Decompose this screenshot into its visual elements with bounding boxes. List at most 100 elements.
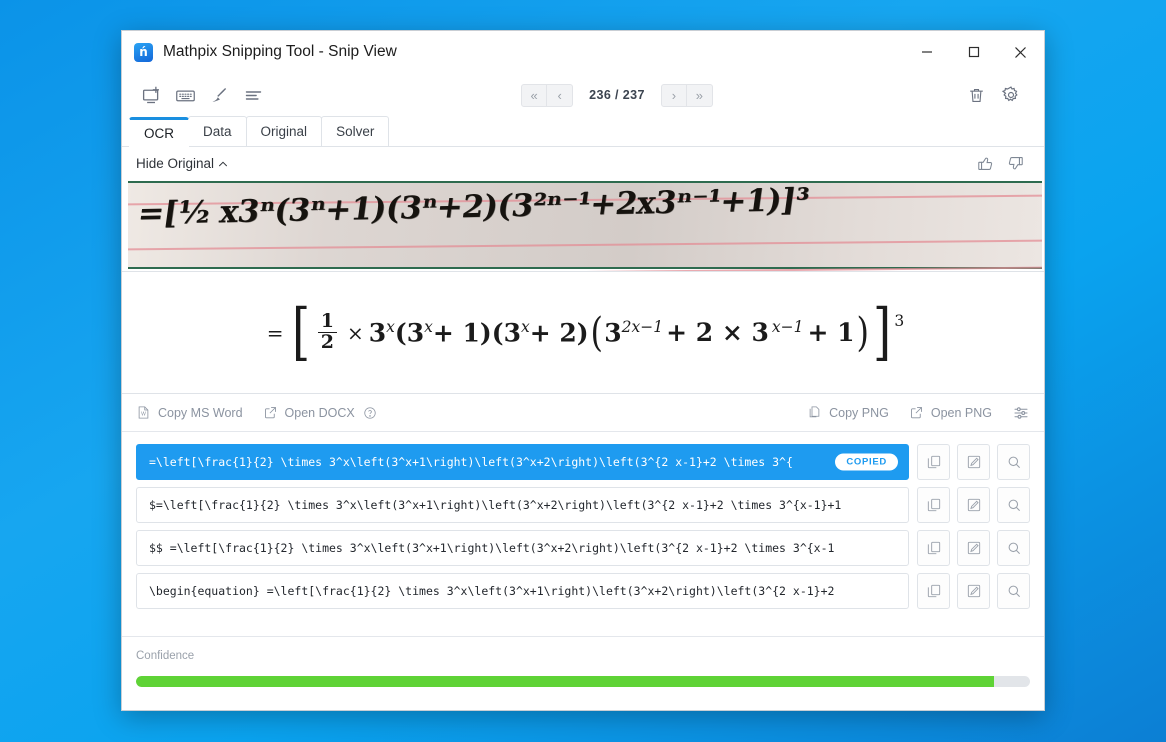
math-right-paren-big: ) <box>856 309 869 356</box>
export-row-right: Copy PNG Open PNG <box>787 404 1030 422</box>
copy-ms-word-label: Copy MS Word <box>158 405 243 420</box>
pen-icon[interactable] <box>204 81 234 109</box>
rendered-math-pane: = [ 1 2 × 3x (3x+ 1) (3x+ 2) ( 32x−1 + 2 … <box>122 272 1044 394</box>
zoom-icon[interactable] <box>997 573 1030 609</box>
copied-badge: COPIED <box>835 453 898 471</box>
math-left-bracket: [ <box>291 295 310 369</box>
chevron-up-icon <box>216 157 230 171</box>
lines-icon[interactable] <box>238 81 268 109</box>
window-title: Mathpix Snipping Tool - Snip View <box>163 43 397 60</box>
new-snip-icon[interactable] <box>136 81 166 109</box>
latex-row[interactable]: $$ =\left[\frac{1}{2} \times 3^x\left(3^… <box>136 530 1030 566</box>
latex-text[interactable]: $$ =\left[\frac{1}{2} \times 3^x\left(3^… <box>136 530 909 566</box>
math-group3: 32x−1 + 2 × 3 x−1 + 1 <box>604 318 854 347</box>
thumbs-down-icon[interactable] <box>1000 152 1030 176</box>
zoom-icon[interactable] <box>997 444 1030 480</box>
copy-page-icon <box>807 405 822 420</box>
latex-row[interactable]: \begin{equation} =\left[\frac{1}{2} \tim… <box>136 573 1030 609</box>
latex-text[interactable]: $=\left[\frac{1}{2} \times 3^x\left(3^x+… <box>136 487 909 523</box>
close-button[interactable] <box>997 31 1044 73</box>
math-left-paren-big: ( <box>590 309 603 356</box>
confidence-fill <box>136 676 995 687</box>
edit-icon[interactable] <box>957 444 990 480</box>
group1-exponent: x <box>424 317 433 336</box>
confidence-track <box>136 676 1030 687</box>
zoom-icon[interactable] <box>997 487 1030 523</box>
pagination: « ‹ 236 / 237 › » <box>521 83 713 107</box>
thumbs-up-icon[interactable] <box>970 152 1000 176</box>
sliders-icon[interactable] <box>1012 404 1030 422</box>
group1-tail: + 1) <box>432 318 492 348</box>
group3-tail: + 1 <box>807 318 855 348</box>
row-actions <box>917 444 1030 480</box>
last-page-button[interactable]: » <box>686 83 713 107</box>
copy-icon[interactable] <box>917 573 950 609</box>
first-page-button[interactable]: « <box>521 83 548 107</box>
latex-string: =\left[\frac{1}{2} \times 3^x\left(3^x+1… <box>149 455 793 469</box>
maximize-button[interactable] <box>950 31 997 73</box>
tab-data[interactable]: Data <box>188 116 247 146</box>
group3-base: 3 <box>604 318 622 348</box>
row-actions <box>917 487 1030 523</box>
latex-text[interactable]: =\left[\frac{1}{2} \times 3^x\left(3^x+1… <box>136 444 909 480</box>
keyboard-icon[interactable] <box>170 81 200 109</box>
page-indicator: 236 / 237 <box>589 88 645 102</box>
tab-ocr[interactable]: OCR <box>129 117 189 147</box>
copy-icon[interactable] <box>917 487 950 523</box>
math-fraction: 1 2 <box>317 311 337 353</box>
gear-icon[interactable] <box>996 81 1026 109</box>
title-bar: ń Mathpix Snipping Tool - Snip View <box>122 31 1044 74</box>
copy-icon[interactable] <box>917 444 950 480</box>
export-row: W Copy MS Word Open DOCX Copy PNG Open P… <box>122 394 1044 432</box>
zoom-icon[interactable] <box>997 530 1030 566</box>
latex-string: $=\left[\frac{1}{2} \times 3^x\left(3^x+… <box>149 498 842 512</box>
math-times: × <box>346 320 364 345</box>
hide-original-label: Hide Original <box>136 156 215 171</box>
rendered-equation: = [ 1 2 × 3x (3x+ 1) (3x+ 2) ( 32x−1 + 2 … <box>262 295 905 369</box>
tab-solver[interactable]: Solver <box>321 116 390 146</box>
edit-icon[interactable] <box>957 487 990 523</box>
copy-icon[interactable] <box>917 530 950 566</box>
minimize-button[interactable] <box>903 31 950 73</box>
prev-page-button[interactable]: ‹ <box>547 83 574 107</box>
open-png-button[interactable]: Open PNG <box>909 405 992 420</box>
group2-exponent: x <box>521 317 530 336</box>
math-group1: (3x+ 1) <box>395 318 492 347</box>
mathpix-logo-icon: ń <box>134 42 153 62</box>
term1-exponent: x <box>386 317 395 336</box>
external-link-icon <box>909 405 924 420</box>
trash-icon[interactable] <box>962 81 992 109</box>
edit-icon[interactable] <box>957 530 990 566</box>
open-docx-button[interactable]: Open DOCX <box>263 405 377 420</box>
open-docx-label: Open DOCX <box>284 405 355 420</box>
math-right-bracket: ] <box>873 295 892 369</box>
term1-base: 3 <box>368 318 387 348</box>
latex-text[interactable]: \begin{equation} =\left[\frac{1}{2} \tim… <box>136 573 909 609</box>
help-circle-icon[interactable] <box>363 406 377 420</box>
group3-mid: + 2 × 3 <box>666 318 769 348</box>
edit-icon[interactable] <box>957 573 990 609</box>
copy-ms-word-button[interactable]: W Copy MS Word <box>136 405 243 420</box>
rule-line <box>128 239 1044 250</box>
handwritten-equation: =[½ x3ⁿ(3ⁿ+1)(3ⁿ+2)(3²ⁿ⁻¹+2x3ⁿ⁻¹+1)]³ <box>135 181 811 233</box>
confidence-section: Confidence <box>122 636 1044 710</box>
latex-results-list: =\left[\frac{1}{2} \times 3^x\left(3^x+1… <box>122 432 1044 636</box>
latex-row[interactable]: =\left[\frac{1}{2} \times 3^x\left(3^x+1… <box>136 444 1030 480</box>
latex-row[interactable]: $=\left[\frac{1}{2} \times 3^x\left(3^x+… <box>136 487 1030 523</box>
copy-png-button[interactable]: Copy PNG <box>807 405 889 420</box>
copy-png-label: Copy PNG <box>829 405 889 420</box>
group2-tail: + 2) <box>529 318 589 348</box>
window-controls <box>903 31 1044 73</box>
hide-original-toggle[interactable]: Hide Original <box>136 156 230 171</box>
group2-open: (3 <box>491 318 521 348</box>
math-group2: (3x+ 2) <box>492 318 589 347</box>
tab-original[interactable]: Original <box>245 116 323 146</box>
group3-exponent2: x−1 <box>771 317 804 336</box>
tool-row: « ‹ 236 / 237 › » <box>122 74 1044 116</box>
math-term1: 3x <box>369 318 395 347</box>
row-actions <box>917 530 1030 566</box>
math-outer-exponent: 3 <box>894 312 905 331</box>
next-page-button[interactable]: › <box>660 83 687 107</box>
confidence-label: Confidence <box>136 650 195 662</box>
mathpix-window: ń Mathpix Snipping Tool - Snip View « ‹ … <box>121 30 1045 711</box>
